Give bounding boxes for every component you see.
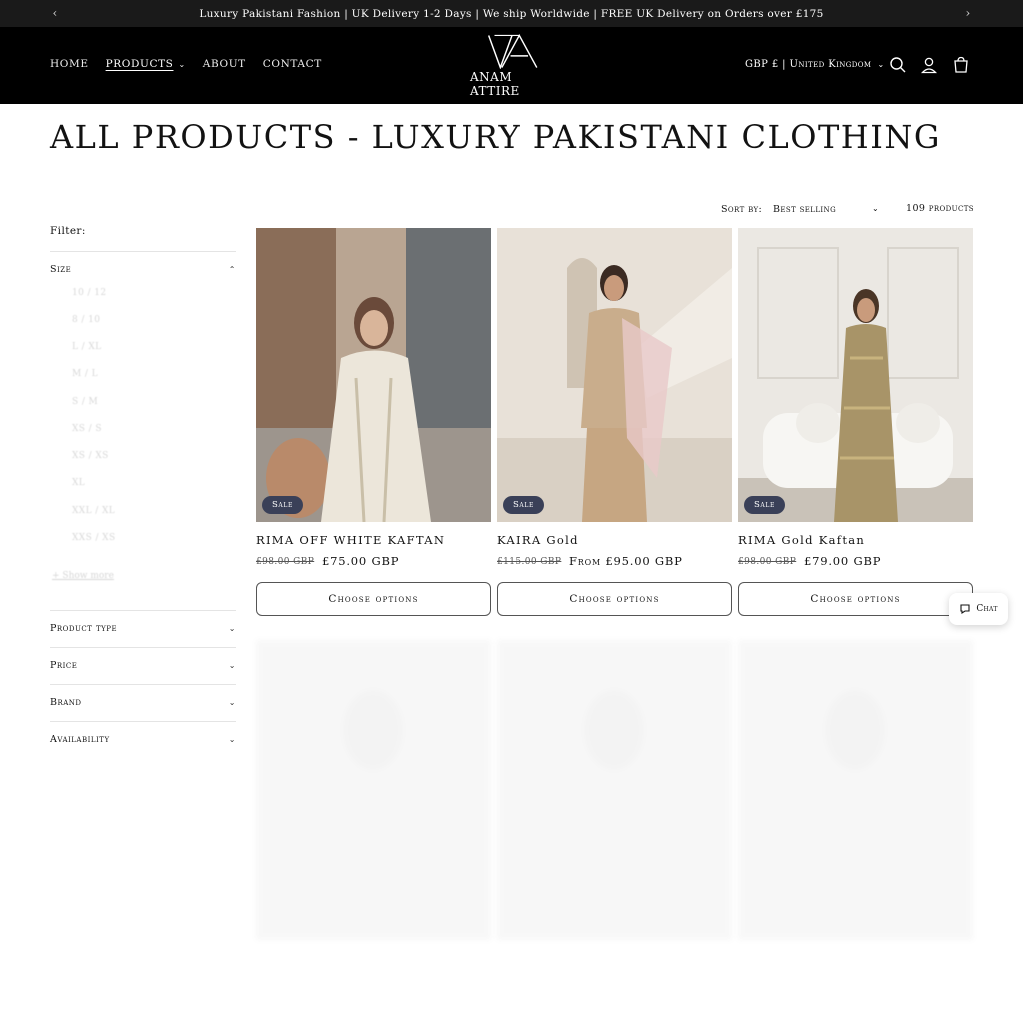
product-title[interactable]: KAIRA Gold [497,533,579,547]
size-option[interactable]: S / M [72,397,98,407]
divider [50,610,236,611]
divider [50,684,236,685]
sale-badge: Sale [262,496,303,514]
product-count: 109 products [906,203,975,214]
nav-about[interactable]: ABOUT [203,58,246,70]
chevron-down-icon: ⌄ [178,59,186,69]
facet-label: Product type [50,623,118,634]
product-image[interactable] [256,228,491,522]
product-image[interactable] [497,228,732,522]
sale-price: £75.00 GBP [322,554,400,568]
facet-size-label: Size [50,264,72,275]
nav-products-label: PRODUCTS [105,58,174,70]
facet-size[interactable]: Size ⌃ [50,264,236,275]
chat-button[interactable]: Chat [949,593,1008,625]
size-option[interactable]: XS / S [72,424,102,434]
nav-products[interactable]: PRODUCTS ⌄ [106,58,186,70]
facet-price[interactable]: Price ⌄ [50,660,236,671]
locale-selector[interactable]: GBP £ | United Kingdom ⌄ [745,59,885,70]
chevron-down-icon: ⌄ [877,60,885,69]
locale-label: GBP £ | United Kingdom [745,59,872,70]
chevron-down-icon: ⌄ [228,624,236,633]
divider [50,721,236,722]
sort-select[interactable]: Best selling [773,204,836,215]
cart-icon[interactable] [952,56,970,74]
facet-availability[interactable]: Availability ⌄ [50,734,236,745]
announcement-text: Luxury Pakistani Fashion | UK Delivery 1… [199,7,824,20]
facet-label: Price [50,660,78,671]
chevron-down-icon: ⌄ [228,698,236,707]
main-nav: HOME PRODUCTS ⌄ ABOUT CONTACT [50,58,339,70]
account-icon[interactable] [920,56,938,74]
choose-options-button[interactable]: Choose options [497,582,732,616]
divider [50,647,236,648]
size-option[interactable]: 8 / 10 [72,315,100,325]
page-title: ALL PRODUCTS - LUXURY PAKISTANI CLOTHING [50,118,941,156]
size-option[interactable]: XXL / XL [72,506,115,516]
size-option[interactable]: M / L [72,369,98,379]
chevron-right-icon[interactable]: › [960,5,976,21]
choose-options-button[interactable]: Choose options [738,582,973,616]
compare-price: £98.00 GBP [738,557,797,567]
show-more-link[interactable]: + Show more [52,571,114,581]
facet-product-type[interactable]: Product type ⌄ [50,623,236,634]
nav-contact-label: CONTACT [262,58,322,70]
product-image[interactable] [738,228,973,522]
search-icon[interactable] [889,56,907,74]
nav-contact[interactable]: CONTACT [263,58,322,70]
filter-heading: Filter: [50,225,86,237]
site-header: HOME PRODUCTS ⌄ ABOUT CONTACT ANAM ATTIRE… [0,27,1023,104]
size-option[interactable]: L / XL [72,342,102,352]
chevron-down-icon: ⌄ [228,661,236,670]
nav-home-label: HOME [50,58,89,70]
nav-home[interactable]: HOME [50,58,89,70]
product-image-placeholder [738,640,973,940]
announcement-bar: ‹ Luxury Pakistani Fashion | UK Delivery… [0,0,1023,27]
product-image-placeholder [497,640,732,940]
product-image-placeholder [256,640,491,940]
size-option[interactable]: XL [72,478,85,488]
product-title[interactable]: RIMA Gold Kaftan [738,533,865,547]
facet-label: Brand [50,697,82,708]
compare-price: £98.00 GBP [256,557,315,567]
nav-about-label: ABOUT [202,58,246,70]
chat-label: Chat [976,604,998,614]
divider [50,251,236,252]
size-option[interactable]: XS / XS [72,451,109,461]
sale-price: £79.00 GBP [804,554,882,568]
size-option[interactable]: 10 / 12 [72,288,106,298]
chevron-up-icon: ⌃ [228,265,236,274]
sale-badge: Sale [503,496,544,514]
sort-label: Sort by: [721,204,763,215]
sale-badge: Sale [744,496,785,514]
sale-price: From £95.00 GBP [569,554,683,568]
choose-options-button[interactable]: Choose options [256,582,491,616]
chevron-left-icon[interactable]: ‹ [47,5,63,21]
product-title[interactable]: RIMA OFF WHITE KAFTAN [256,533,445,547]
chevron-down-icon: ⌄ [228,735,236,744]
logo[interactable]: ANAM ATTIRE [470,34,554,98]
logo-mark-icon [487,34,538,69]
logo-text: ANAM ATTIRE [470,70,520,98]
facet-brand[interactable]: Brand ⌄ [50,697,236,708]
chevron-down-icon[interactable]: ⌄ [872,204,879,213]
chat-icon [960,604,970,615]
compare-price: £115.00 GBP [497,557,562,567]
size-option[interactable]: XXS / XS [72,533,116,543]
facet-label: Availability [50,734,110,745]
